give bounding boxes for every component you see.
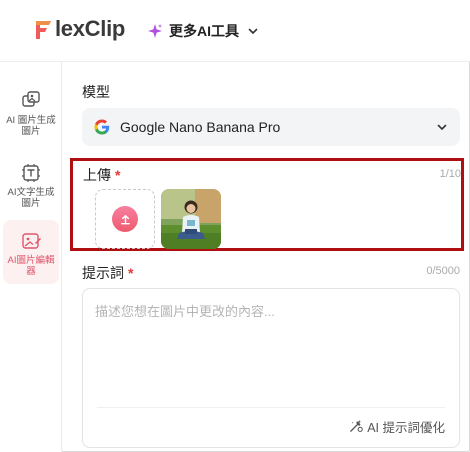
prompt-box: AI 提示詞優化 xyxy=(82,288,460,448)
ai-prompt-optimize-label: AI 提示詞優化 xyxy=(367,421,445,435)
model-select[interactable]: Google Nano Banana Pro xyxy=(82,108,460,146)
sidebar-item-text-to-image[interactable]: AI文字生成圖片 xyxy=(3,162,59,218)
prompt-label-text: 提示詞 xyxy=(82,265,124,281)
model-field-label: 模型 xyxy=(82,84,110,100)
more-ai-tools-label: 更多AI工具 xyxy=(169,23,239,39)
model-select-value: Google Nano Banana Pro xyxy=(120,119,281,135)
upload-field-label: 上傳 * xyxy=(83,165,120,185)
google-icon xyxy=(94,119,110,135)
uploaded-photo-thumbnail[interactable] xyxy=(161,189,221,249)
image-editor-icon xyxy=(22,233,41,249)
text-to-image-icon xyxy=(22,164,40,182)
sidebar-item-label: AI圖片編輯器 xyxy=(7,255,55,277)
sidebar-item-label: AI文字生成圖片 xyxy=(7,187,55,209)
sparkle-icon xyxy=(148,24,162,38)
prompt-divider xyxy=(97,407,445,408)
upload-label-text: 上傳 xyxy=(83,167,111,183)
required-asterisk: * xyxy=(115,167,121,183)
upload-button[interactable] xyxy=(95,189,155,249)
sidebar-item-image-editor[interactable]: AI圖片編輯器 xyxy=(3,220,59,284)
ai-prompt-optimize-button[interactable]: AI 提示詞優化 xyxy=(348,417,445,436)
image-to-image-icon xyxy=(22,91,40,107)
magic-wand-icon xyxy=(350,419,363,432)
sidebar-item-label: AI 圖片生成圖片 xyxy=(6,115,56,137)
required-asterisk: * xyxy=(128,265,134,281)
prompt-field-label: 提示詞 * xyxy=(82,263,133,283)
editor-panel: 模型 Google Nano Banana Pro 上傳 * 1/10 提示詞 … xyxy=(62,62,470,452)
upload-section: 上傳 * 1/10 xyxy=(70,158,464,251)
sidebar-item-image-to-image[interactable]: AI 圖片生成圖片 xyxy=(3,90,59,146)
chevron-down-icon xyxy=(437,124,447,130)
prompt-char-count: 0/5000 xyxy=(426,265,460,277)
flexclip-logo[interactable]: lexClip xyxy=(32,14,125,44)
more-ai-tools-dropdown[interactable]: 更多AI工具 xyxy=(147,19,259,43)
chevron-down-icon xyxy=(248,28,258,34)
upload-count: 1/10 xyxy=(439,168,461,180)
upload-icon xyxy=(112,206,138,232)
logo-text: lexClip xyxy=(55,16,126,41)
flexclip-logo-mark-icon xyxy=(36,21,51,39)
prompt-input[interactable] xyxy=(95,301,447,401)
top-header: lexClip 更多AI工具 xyxy=(0,0,470,62)
tool-sidebar: AI 圖片生成圖片 AI文字生成圖片 AI圖片編輯器 xyxy=(0,62,62,452)
